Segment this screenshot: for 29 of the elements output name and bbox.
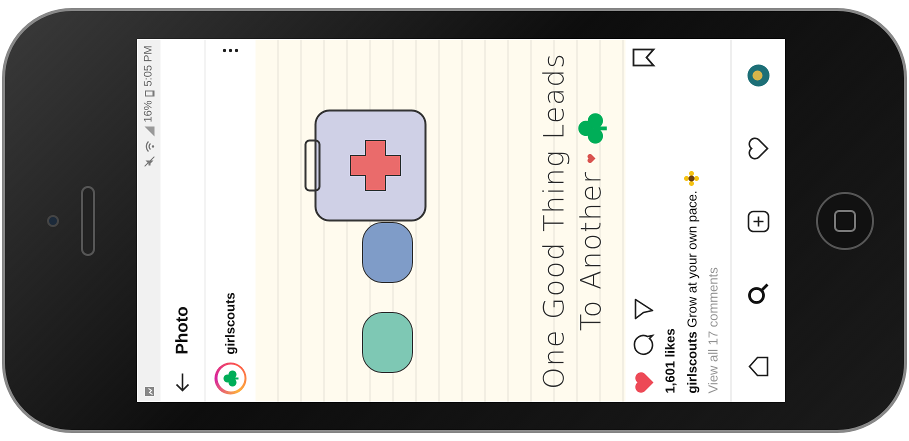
search-icon[interactable] — [746, 281, 770, 306]
more-options-icon[interactable] — [221, 47, 239, 53]
image-icon — [144, 386, 154, 396]
sunflower-icon — [683, 170, 700, 186]
mute-icon — [144, 156, 154, 166]
signal-icon — [144, 126, 154, 136]
clock-time: 5:05 PM — [141, 45, 156, 86]
wifi-icon — [144, 140, 154, 152]
likes-count: 1,601 likes — [661, 326, 678, 395]
username[interactable]: girlscouts — [220, 292, 240, 354]
comment-icon[interactable] — [632, 334, 654, 356]
back-arrow-icon[interactable] — [174, 372, 190, 392]
home-icon[interactable] — [746, 354, 770, 378]
battery-icon — [144, 90, 154, 96]
trefoil-icon — [221, 369, 239, 387]
post-caption: girlscouts Grow at your own pace. — [682, 190, 700, 393]
handwritten-text: One Good Thing Leads — [536, 52, 572, 389]
page-title: Photo — [171, 306, 192, 354]
heart-icon[interactable] — [746, 136, 770, 160]
camera-lens — [47, 214, 59, 226]
battery-percentage: 16% — [141, 100, 156, 122]
heart-icon — [586, 152, 596, 163]
speaker-grille — [81, 186, 95, 256]
profile-avatar-icon[interactable] — [746, 63, 770, 88]
profile-avatar[interactable] — [214, 362, 246, 394]
handwritten-text: To Another — [572, 170, 608, 330]
add-icon[interactable] — [746, 208, 770, 233]
bookmark-icon[interactable] — [630, 47, 654, 67]
send-icon[interactable] — [632, 298, 654, 320]
